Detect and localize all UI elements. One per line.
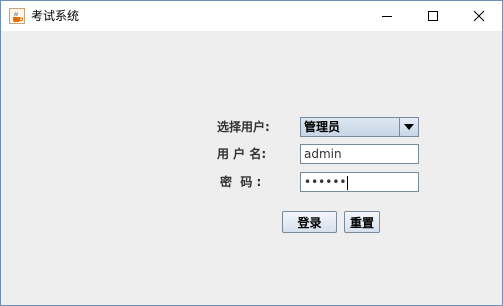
user-type-label: 选择用户:: [217, 120, 270, 134]
window-title: 考试系统: [31, 9, 80, 23]
login-button[interactable]: 登录: [282, 211, 337, 233]
dropdown-arrow-icon[interactable]: [399, 118, 418, 136]
text-caret: [347, 175, 349, 190]
user-type-select[interactable]: 管理员: [300, 117, 419, 137]
login-panel: 选择用户: 管理员 用 户 名: admin 密 码 : •••••• 登录 重…: [1, 31, 502, 305]
user-type-selected-value: 管理员: [304, 120, 341, 134]
password-mask: ••••••: [304, 175, 347, 189]
close-button[interactable]: [456, 1, 502, 31]
java-cup-icon: [9, 8, 25, 24]
maximize-button[interactable]: [410, 1, 456, 31]
title-bar[interactable]: 考试系统: [1, 1, 502, 31]
password-label: 密 码 :: [220, 175, 262, 189]
minimize-icon: [382, 16, 392, 17]
username-label: 用 户 名:: [217, 147, 267, 161]
maximize-icon: [428, 11, 438, 21]
reset-button[interactable]: 重置: [344, 211, 380, 233]
app-window: 考试系统 选择用户: 管理员 用 户 名: admin 密 码: ••••••…: [0, 0, 503, 306]
password-field[interactable]: ••••••: [300, 172, 419, 192]
username-field[interactable]: admin: [300, 144, 419, 164]
minimize-button[interactable]: [364, 1, 410, 31]
close-icon: [473, 10, 485, 22]
